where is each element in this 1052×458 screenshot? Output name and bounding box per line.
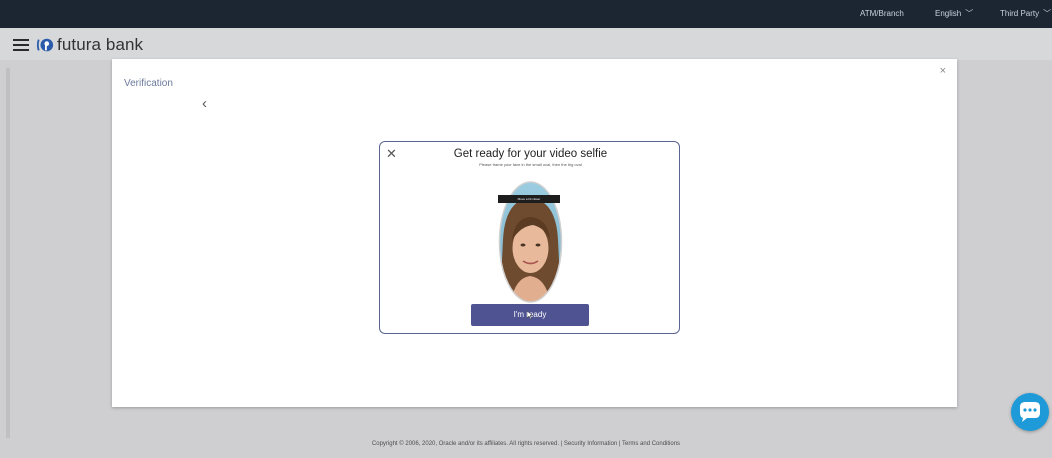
page-footer: Copyright © 2006, 2020, Oracle and/or it… (371, 441, 681, 447)
bank-logo[interactable]: futura bank (36, 35, 143, 55)
chevron-down-icon: ﹀ (965, 9, 974, 18)
atm-branch-link[interactable]: ATM/Branch (860, 0, 904, 28)
third-party-selector[interactable]: Third Party ﹀ (1000, 0, 1051, 28)
video-selfie-dialog: ✕ Get ready for your video selfie Please… (379, 141, 680, 334)
chat-bubble-icon[interactable] (1011, 393, 1049, 431)
app-header: futura bank (0, 28, 1052, 60)
selfie-hint-label: Move a bit closer (498, 195, 560, 203)
bank-name: futura bank (57, 35, 144, 54)
close-icon[interactable]: × (940, 65, 946, 77)
panel-title: Verification (124, 78, 173, 89)
page-background: futura bank Verification × ‹ ✕ Get ready… (0, 28, 1052, 458)
selfie-preview-image (498, 181, 563, 303)
verification-panel: Verification × ‹ ✕ Get ready for your vi… (112, 59, 957, 407)
language-selector[interactable]: English ﹀ (935, 0, 973, 28)
chat-glyph-icon (1020, 402, 1040, 422)
content-edge (6, 68, 10, 438)
third-party-label: Third Party (1000, 9, 1040, 18)
back-arrow-icon[interactable]: ‹ (202, 95, 207, 112)
top-navigation-bar: ATM/Branch English ﹀ Third Party ﹀ (0, 0, 1052, 28)
dialog-title: Get ready for your video selfie (453, 148, 608, 160)
language-label: English (935, 9, 962, 18)
mouse-cursor-icon (527, 311, 533, 319)
chevron-down-icon: ﹀ (1043, 9, 1052, 18)
hamburger-menu-icon[interactable] (13, 39, 29, 51)
dialog-subtitle: Please frame your face in the small oval… (479, 162, 582, 167)
futura-bank-logo-icon (36, 38, 54, 52)
